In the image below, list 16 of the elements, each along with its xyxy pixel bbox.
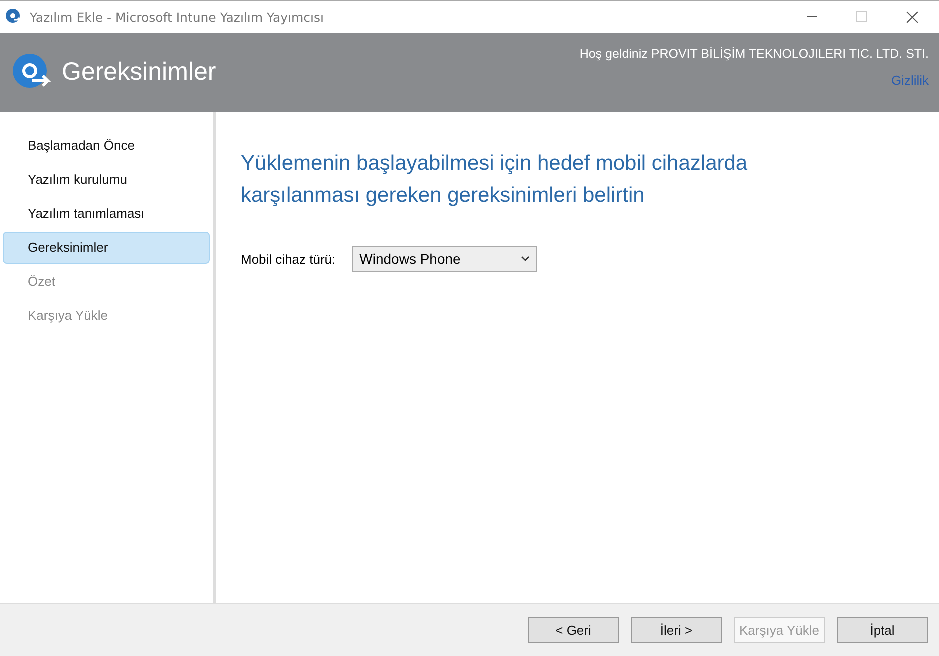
chevron-down-icon: [520, 256, 530, 262]
welcome-text: Hoş geldiniz PROVIT BİLİŞİM TEKNOLOJILERI TIC. LTD. STI.: [580, 47, 929, 61]
wizard-button[interactable]: < Geri: [528, 617, 619, 643]
window-title: Yazılım Ekle - Microsoft Intune Yazılım Yayımcısı: [30, 10, 325, 24]
page-title: Gereksinimler: [62, 58, 216, 87]
sidebar-item[interactable]: Yazılım tanımlaması: [3, 198, 210, 230]
app-logo-icon: [6, 9, 22, 25]
wizard-button[interactable]: İptal: [837, 617, 928, 643]
device-type-dropdown[interactable]: Windows Phone: [352, 246, 537, 272]
heading: Yüklemenin başlayabilmesi için hedef mobil cihazlarda karşılanması gereken gereksinimleri belirtin: [241, 151, 749, 209]
sidebar-item[interactable]: Yazılım kurulumu: [3, 164, 210, 196]
sidebar-item[interactable]: Başlamadan Önce: [3, 130, 210, 162]
sidebar-item[interactable]: Gereksinimler: [3, 232, 210, 264]
wizard-button[interactable]: İleri >: [631, 617, 722, 643]
field-label: Mobil cihaz türü:: [241, 252, 336, 266]
close-icon[interactable]: [906, 10, 919, 24]
